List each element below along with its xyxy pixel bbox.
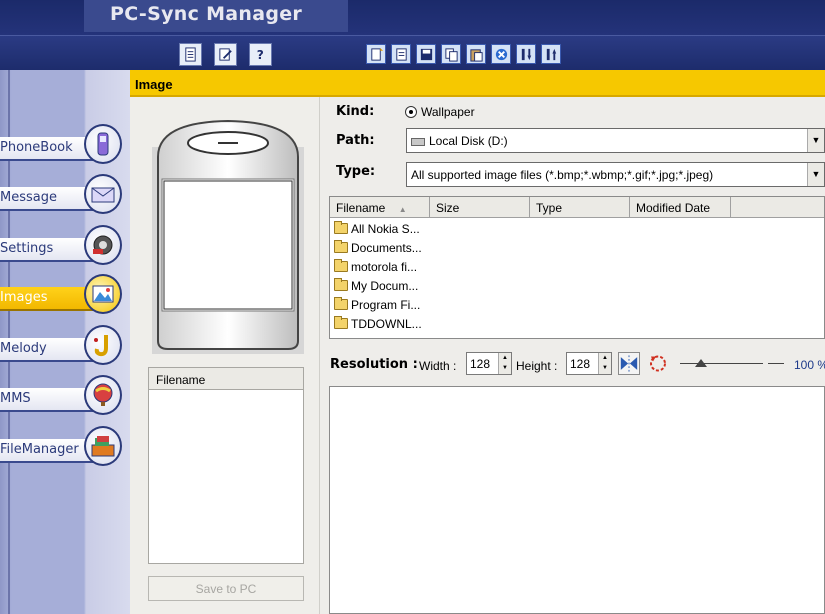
chevron-down-icon[interactable]: ▼: [807, 129, 824, 152]
sidebar-item-melody[interactable]: Melody: [0, 325, 122, 365]
folder-icon: [334, 259, 348, 272]
list-item[interactable]: Documents...: [334, 238, 422, 257]
path-select[interactable]: Local Disk (D:) ▼: [406, 128, 825, 153]
copy-icon[interactable]: [441, 44, 461, 64]
save-icon[interactable]: [416, 44, 436, 64]
toolbar: ?: [0, 35, 825, 70]
open-icon[interactable]: [391, 44, 411, 64]
sidebar-item-phonebook[interactable]: PhoneBook: [0, 124, 122, 164]
height-spinner[interactable]: 128 ▲ ▼: [566, 352, 612, 375]
column-header-filename[interactable]: Filename ▲: [330, 197, 430, 218]
file-list[interactable]: Filename ▲ Size Type Modified Date All N…: [329, 196, 825, 339]
document-icon[interactable]: [179, 43, 202, 66]
height-value: 128: [570, 357, 591, 371]
folders-icon: [84, 426, 122, 466]
sidebar-item-filemanager[interactable]: FileManager: [0, 426, 122, 466]
sidebar-item-label: Settings: [0, 241, 54, 256]
paste-icon[interactable]: [466, 44, 486, 64]
height-label: Height :: [516, 359, 558, 373]
sidebar-item-label: MMS: [0, 391, 31, 406]
path-label: Path:: [336, 133, 375, 148]
sidebar-item-label: Message: [0, 190, 57, 205]
wallpaper-radio[interactable]: [405, 106, 417, 118]
sidebar-item-mms[interactable]: MMS: [0, 375, 122, 415]
move-up-icon[interactable]: [541, 44, 561, 64]
filename-header[interactable]: Filename: [149, 368, 303, 390]
width-spinner[interactable]: 128 ▲ ▼: [466, 352, 512, 375]
app-title: PC-Sync Manager: [84, 0, 348, 32]
phone-preview: [152, 119, 304, 354]
envelope-icon: [84, 174, 122, 214]
folder-icon: [334, 240, 348, 253]
left-panel: Filename Save to PC: [130, 97, 320, 614]
flip-icon[interactable]: [618, 352, 640, 375]
list-item[interactable]: All Nokia S...: [334, 219, 420, 238]
help-icon[interactable]: ?: [249, 43, 272, 66]
sidebar: PhoneBook Message Settings Images Melody…: [0, 70, 130, 614]
resolution-label: Resolution :: [330, 357, 418, 372]
sidebar-item-settings[interactable]: Settings: [0, 225, 122, 265]
title-bar: PC-Sync Manager: [0, 0, 825, 35]
stop-icon[interactable]: [491, 44, 511, 64]
edit-icon[interactable]: [214, 43, 237, 66]
column-header-modified[interactable]: Modified Date: [630, 197, 731, 218]
sidebar-item-label: Melody: [0, 341, 47, 356]
right-panel: Kind: Wallpaper Path: Local Disk (D:) ▼ …: [324, 97, 825, 614]
sidebar-item-label: FileManager: [0, 442, 79, 457]
save-to-pc-button[interactable]: Save to PC: [148, 576, 304, 601]
kind-value[interactable]: Wallpaper: [421, 105, 475, 119]
spinner-arrows-icon[interactable]: ▲ ▼: [498, 353, 511, 374]
settings-icon: [84, 225, 122, 265]
folder-icon: [334, 278, 348, 291]
spinner-arrows-icon[interactable]: ▲ ▼: [598, 353, 611, 374]
phone-icon: [84, 124, 122, 164]
zoom-slider-thumb[interactable]: [694, 359, 707, 367]
move-down-icon[interactable]: [516, 44, 536, 64]
path-value: Local Disk (D:): [429, 134, 508, 148]
balloon-icon: [84, 375, 122, 415]
page-title: Image: [130, 70, 825, 97]
list-item[interactable]: TDDOWNL...: [334, 314, 422, 333]
svg-text:?: ?: [257, 48, 264, 62]
filename-list[interactable]: Filename: [148, 367, 304, 564]
folder-icon: [334, 297, 348, 310]
list-item[interactable]: motorola fi...: [334, 257, 417, 276]
column-header-type[interactable]: Type: [530, 197, 630, 218]
list-item[interactable]: Program Fi...: [334, 295, 420, 314]
sidebar-item-label: PhoneBook: [0, 140, 73, 155]
saxophone-icon: [84, 325, 122, 365]
drive-icon: [411, 137, 425, 146]
images-icon: [84, 274, 122, 314]
type-label: Type:: [336, 164, 376, 179]
list-item[interactable]: My Docum...: [334, 276, 418, 295]
folder-icon: [334, 316, 348, 329]
chevron-down-icon[interactable]: ▼: [807, 163, 824, 186]
resolution-bar: Resolution : Width : 128 ▲ ▼ Height : 128…: [329, 350, 825, 382]
folder-icon: [334, 221, 348, 234]
zoom-slider[interactable]: [680, 356, 763, 370]
sidebar-item-label: Images: [0, 290, 48, 305]
width-label: Width :: [419, 359, 457, 373]
kind-label: Kind:: [336, 104, 375, 119]
zoom-track-end: [768, 363, 784, 364]
zoom-percentage: 100 %: [794, 358, 825, 372]
column-header-spacer: [731, 197, 824, 218]
sort-ascending-icon: ▲: [398, 205, 407, 214]
sidebar-item-images[interactable]: Images: [0, 274, 122, 314]
sidebar-item-message[interactable]: Message: [0, 174, 122, 214]
new-icon[interactable]: [366, 44, 386, 64]
type-select[interactable]: All supported image files (*.bmp;*.wbmp;…: [406, 162, 825, 187]
type-value: All supported image files (*.bmp;*.wbmp;…: [411, 168, 714, 182]
column-header-size[interactable]: Size: [430, 197, 530, 218]
rotate-icon[interactable]: [647, 352, 669, 375]
width-value: 128: [470, 357, 491, 371]
image-preview-area: [329, 386, 825, 614]
